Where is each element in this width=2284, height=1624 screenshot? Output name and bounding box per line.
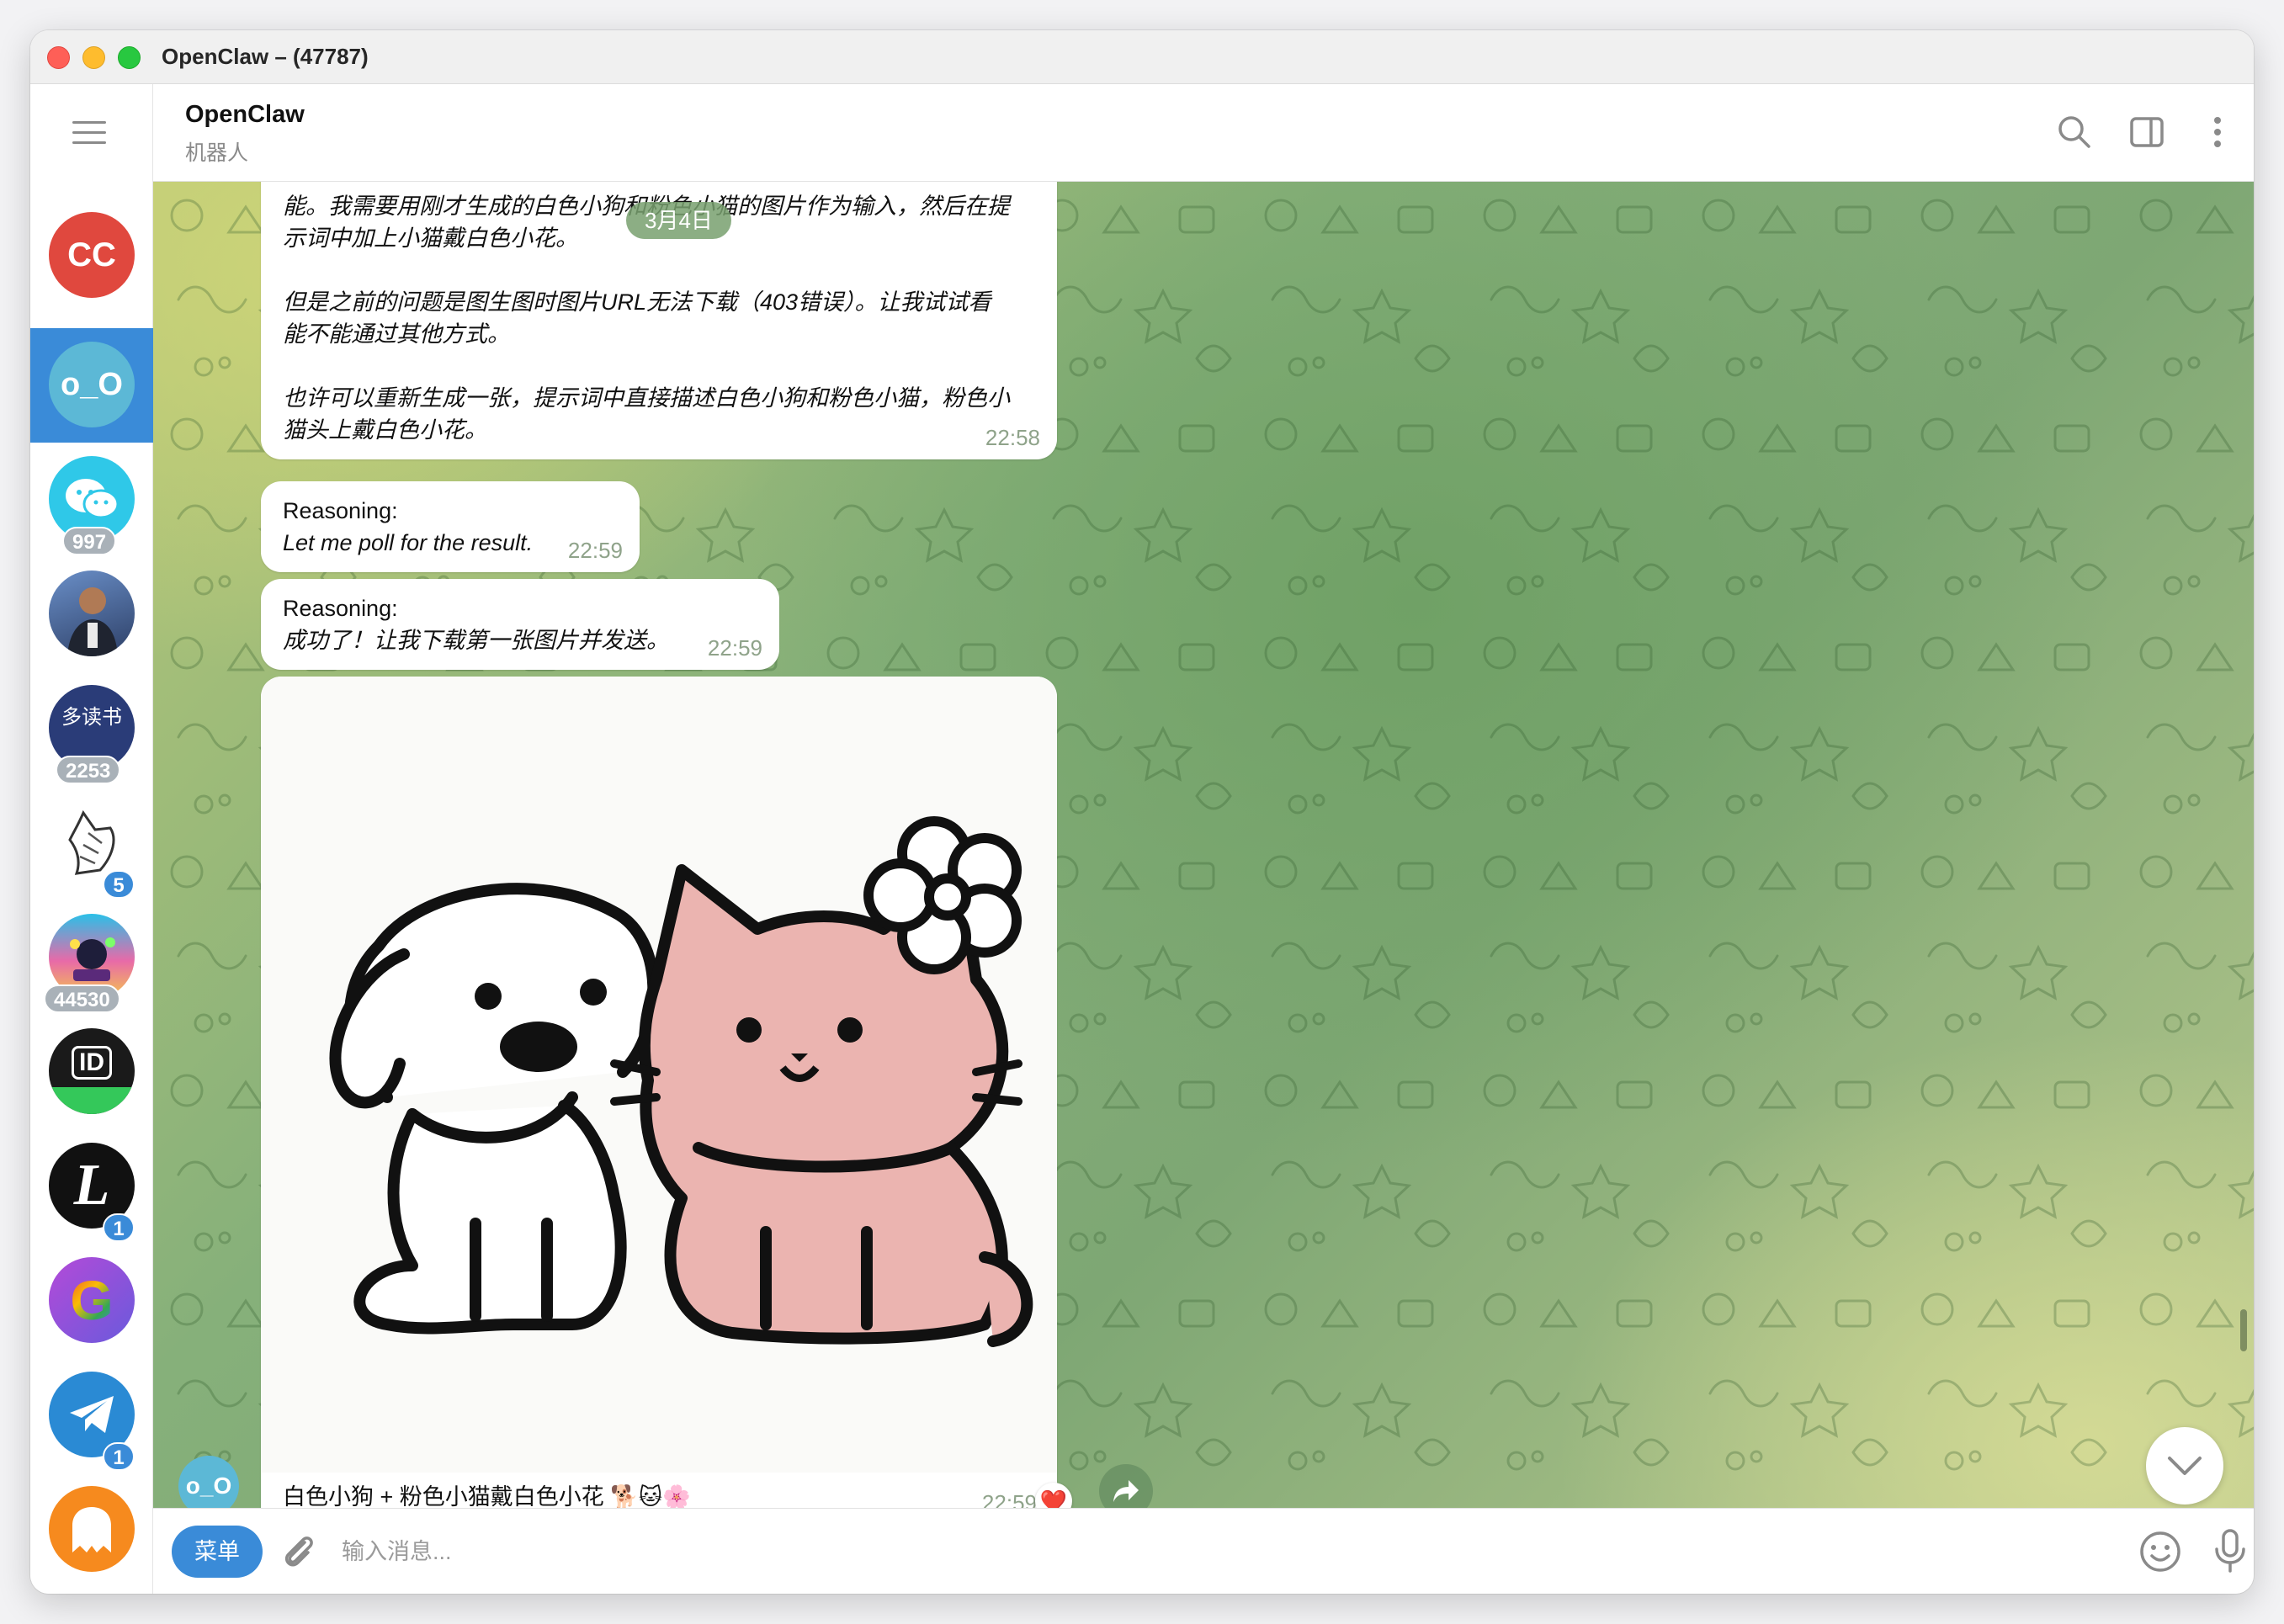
zoom-window-button[interactable] — [118, 46, 141, 69]
chat-item-reading[interactable]: 多读书 2253 — [30, 671, 153, 786]
chat-item-id-bot[interactable]: ID — [30, 1015, 153, 1129]
unread-badge: 997 — [62, 527, 117, 555]
more-menu-icon[interactable] — [2198, 113, 2237, 151]
id-bot-avatar-icon: ID — [49, 1028, 135, 1114]
window-title: OpenClaw – (47787) — [162, 44, 369, 69]
close-window-button[interactable] — [47, 46, 70, 69]
chat-item-google[interactable]: G — [30, 1244, 153, 1358]
message-text: 成功了！让我下载第一张图片并发送。 — [283, 628, 669, 653]
sidebar-toggle-icon[interactable] — [2127, 113, 2166, 151]
avatar: ID — [72, 1046, 112, 1080]
unread-badge: 5 — [103, 870, 135, 899]
message-text: Let me poll for the result. — [283, 530, 534, 555]
message-title: Reasoning: — [283, 498, 398, 523]
chat-item-wechat[interactable]: 997 — [30, 443, 153, 557]
message-title: Reasoning: — [283, 596, 398, 621]
forward-arrow-icon — [1113, 1480, 1139, 1502]
chevron-down-icon — [2168, 1457, 2202, 1475]
message-bubble[interactable]: Reasoning: Let me poll for the result. 2… — [261, 481, 640, 572]
attach-paperclip-icon[interactable] — [278, 1531, 320, 1573]
scroll-to-bottom-button[interactable] — [2146, 1427, 2223, 1505]
message-area[interactable]: 能。我需要用刚才生成的白色小狗和粉色小猫的图片作为输入，然后在提 示词中加上小猫… — [153, 182, 2254, 1508]
chat-item-party[interactable]: 44530 — [30, 900, 153, 1015]
message-bubble[interactable]: Reasoning: 成功了！让我下载第一张图片并发送。 22:59 — [261, 579, 779, 670]
emoji-icon[interactable] — [2138, 1529, 2183, 1574]
date-separator: 3月4日 — [626, 202, 731, 239]
title-bar: OpenClaw – (47787) — [30, 30, 2254, 84]
scrollbar-thumb[interactable] — [2240, 1309, 2247, 1351]
message-time: 22:59 — [707, 635, 762, 661]
unread-badge: 44530 — [44, 984, 120, 1013]
chat-item-cc[interactable]: CC — [30, 199, 153, 313]
dog-and-cat-illustration — [329, 816, 1033, 1347]
sender-avatar[interactable]: o_O — [178, 1456, 239, 1508]
ghost-icon — [49, 1486, 135, 1572]
chat-item-ghost[interactable] — [30, 1473, 153, 1587]
message-input[interactable] — [342, 1526, 1856, 1578]
image-caption: 白色小狗 + 粉色小猫戴白色小花 🐕🐱🌸 — [283, 1484, 691, 1508]
generated-image[interactable] — [261, 677, 1057, 1473]
avatar: CC — [49, 212, 135, 298]
bot-menu-button[interactable]: 菜单 — [172, 1526, 263, 1578]
microphone-icon[interactable] — [2212, 1527, 2249, 1576]
app-window: OpenClaw – (47787) CC o_O 997 多读书 2253 5… — [30, 30, 2254, 1594]
person-avatar-icon — [49, 571, 135, 656]
hamburger-menu-icon[interactable] — [72, 121, 106, 145]
message-time: 22:58 — [985, 425, 1040, 450]
chat-item-unicorn[interactable]: 5 — [30, 786, 153, 900]
message-time: 22:59 — [981, 1490, 1037, 1508]
minimize-window-button[interactable] — [82, 46, 105, 69]
unread-badge: 2253 — [56, 756, 121, 784]
unread-badge: 1 — [103, 1213, 135, 1242]
search-icon[interactable] — [2055, 113, 2094, 151]
chat-item-telegram[interactable]: 1 — [30, 1358, 153, 1473]
chat-item-openclaw[interactable]: o_O — [30, 328, 153, 443]
chat-list-sidebar: CC o_O 997 多读书 2253 5 44530 ID L 1 G 1 — [30, 84, 153, 1594]
chat-subtitle: 机器人 — [185, 141, 249, 165]
chat-title[interactable]: OpenClaw — [185, 101, 305, 129]
image-message-bubble[interactable]: 白色小狗 + 粉色小猫戴白色小花 🐕🐱🌸 22:59 — [261, 677, 1057, 1508]
google-icon: G — [49, 1257, 135, 1343]
chat-item-l-bot[interactable]: L 1 — [30, 1129, 153, 1244]
message-composer: 菜单 — [153, 1508, 2254, 1594]
unread-badge: 1 — [103, 1442, 135, 1471]
chat-header: OpenClaw 机器人 — [153, 84, 2254, 182]
message-time: 22:59 — [567, 538, 623, 563]
avatar: o_O — [49, 342, 135, 427]
chat-item-person[interactable] — [30, 557, 153, 671]
